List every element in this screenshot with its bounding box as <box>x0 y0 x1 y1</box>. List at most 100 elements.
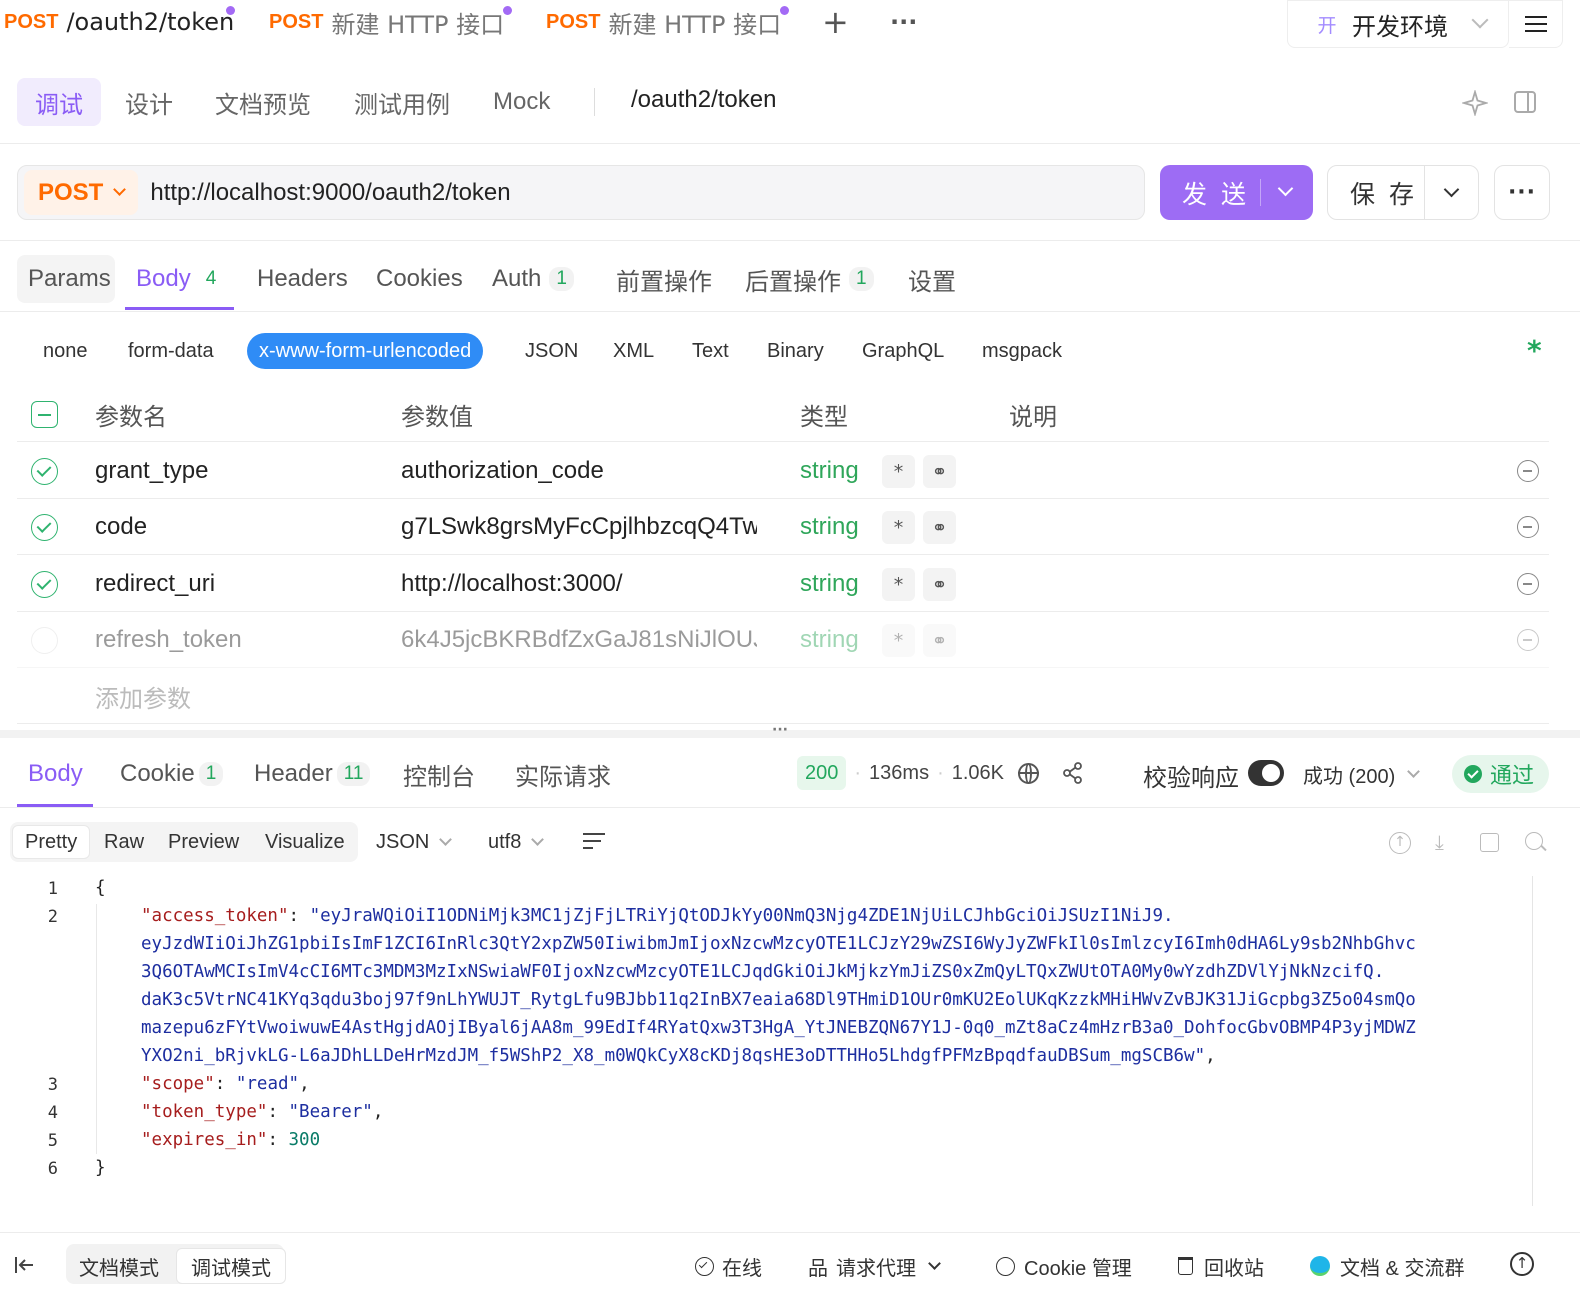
upload-icon[interactable]: ↑ <box>1389 832 1411 854</box>
panel-toggle-icon[interactable] <box>1514 91 1536 113</box>
remove-row-icon[interactable] <box>1517 516 1539 538</box>
link-icon[interactable]: ⚭ <box>923 624 956 657</box>
search-icon[interactable] <box>1525 832 1547 852</box>
share-icon[interactable] <box>1062 762 1084 784</box>
environment-selector[interactable]: 开 开发环境 <box>1287 0 1509 48</box>
collapse-sidebar-icon[interactable] <box>13 1254 35 1276</box>
view-pretty[interactable]: Pretty <box>12 825 91 859</box>
subnav-mock[interactable]: Mock <box>475 78 568 126</box>
online-status[interactable]: 在线 <box>695 1248 762 1284</box>
tab-auth[interactable]: Auth 1 <box>492 255 574 303</box>
doc-mode-button[interactable]: 文档模式 <box>79 1248 159 1284</box>
resp-tab-header[interactable]: Header 11 <box>254 752 371 796</box>
more-tabs-icon[interactable]: ··· <box>890 4 917 40</box>
tab-oauth2-token[interactable]: POST /oauth2/token <box>4 0 234 44</box>
download-icon[interactable]: ⤓ <box>1435 830 1444 854</box>
cookie-manager-button[interactable]: Cookie 管理 <box>996 1248 1132 1284</box>
required-icon[interactable]: * <box>882 511 915 544</box>
globe-icon[interactable] <box>1018 763 1039 784</box>
body-type-xml[interactable]: XML <box>613 333 654 369</box>
wrap-lines-icon[interactable] <box>583 833 605 851</box>
param-name[interactable]: refresh_token <box>95 612 242 668</box>
view-visualize[interactable]: Visualize <box>265 825 345 859</box>
param-name[interactable]: grant_type <box>95 443 208 499</box>
community-button[interactable]: 文档 & 交流群 <box>1310 1248 1464 1284</box>
bulk-edit-icon[interactable]: * <box>1527 334 1542 367</box>
chevron-down-icon[interactable] <box>1277 180 1294 197</box>
validate-toggle[interactable] <box>1248 760 1284 786</box>
subnav-design[interactable]: 设计 <box>107 78 191 126</box>
resp-tab-actual-request[interactable]: 实际请求 <box>515 752 611 796</box>
remove-row-icon[interactable] <box>1517 573 1539 595</box>
tab-cookies[interactable]: Cookies <box>376 255 463 303</box>
row-checkbox[interactable] <box>31 627 58 654</box>
subnav-test-cases[interactable]: 测试用例 <box>336 78 468 126</box>
view-preview[interactable]: Preview <box>168 825 239 859</box>
param-name[interactable]: code <box>95 499 147 555</box>
row-checkbox[interactable] <box>31 514 58 541</box>
method-select[interactable]: POST <box>24 170 139 215</box>
split-resize-handle[interactable] <box>0 730 1580 738</box>
request-proxy-button[interactable]: 品 请求代理 <box>808 1248 941 1284</box>
tab-params[interactable]: Params <box>28 255 111 303</box>
recycle-bin-button[interactable]: 回收站 <box>1178 1248 1264 1284</box>
param-type[interactable]: string <box>800 499 859 555</box>
main-menu-button[interactable] <box>1509 0 1563 48</box>
subnav-debug[interactable]: 调试 <box>17 78 101 126</box>
body-type-text[interactable]: Text <box>692 333 729 369</box>
add-param-input[interactable]: 添加参数 <box>95 668 191 724</box>
tab-settings[interactable]: 设置 <box>908 255 956 303</box>
resp-tab-cookie[interactable]: Cookie 1 <box>120 752 224 796</box>
tab-body[interactable]: Body 4 <box>136 255 223 303</box>
tab-post-ops[interactable]: 后置操作 1 <box>745 255 874 303</box>
format-select[interactable]: JSON <box>376 825 453 859</box>
link-icon[interactable]: ⚭ <box>923 455 956 488</box>
chevron-down-icon[interactable] <box>1443 181 1460 198</box>
remove-row-icon[interactable] <box>1517 460 1539 482</box>
body-type-json[interactable]: JSON <box>525 333 578 369</box>
encoding-select[interactable]: utf8 <box>488 825 545 859</box>
param-value[interactable]: authorization_code <box>401 443 773 499</box>
more-actions-button[interactable]: ··· <box>1494 165 1550 220</box>
param-value[interactable]: http://localhost:3000/ <box>401 556 773 612</box>
add-tab-icon[interactable]: + <box>822 2 849 42</box>
row-checkbox[interactable] <box>31 571 58 598</box>
subnav-doc-preview[interactable]: 文档预览 <box>197 78 329 126</box>
tab-new-http-2[interactable]: POST 新建 HTTP 接口 <box>546 0 781 44</box>
save-button[interactable]: 保 存 <box>1327 165 1479 220</box>
row-checkbox[interactable] <box>31 458 58 485</box>
debug-mode-button[interactable]: 调试模式 <box>176 1248 286 1284</box>
param-value[interactable]: 6k4J5jcBKRBdfZxGaJ81sNiJlOUJfz <box>401 612 757 668</box>
select-all-checkbox[interactable] <box>31 401 58 428</box>
link-icon[interactable]: ⚭ <box>923 511 956 544</box>
validate-result-select[interactable]: 成功 (200) <box>1303 760 1421 789</box>
url-input[interactable]: http://localhost:9000/oauth2/token <box>150 179 510 207</box>
param-type[interactable]: string <box>800 556 859 612</box>
required-icon[interactable]: * <box>882 455 915 488</box>
body-type-form-data[interactable]: form-data <box>128 333 214 369</box>
upload-circle-icon[interactable]: ↑ <box>1510 1252 1534 1276</box>
link-icon[interactable]: ⚭ <box>923 568 956 601</box>
tab-new-http-1[interactable]: POST 新建 HTTP 接口 <box>269 0 504 44</box>
sparkle-icon[interactable] <box>1460 88 1490 118</box>
param-type[interactable]: string <box>800 612 859 668</box>
body-type-graphql[interactable]: GraphQL <box>862 333 944 369</box>
view-raw[interactable]: Raw <box>104 825 144 859</box>
resp-tab-body[interactable]: Body <box>28 752 83 796</box>
param-value[interactable]: g7LSwk8grsMyFcCpjlhbzcqQ4Twx <box>401 499 757 555</box>
tab-headers[interactable]: Headers <box>257 255 348 303</box>
remove-row-icon[interactable] <box>1517 629 1539 651</box>
body-type-none[interactable]: none <box>43 333 88 369</box>
copy-icon[interactable] <box>1480 833 1499 852</box>
required-icon[interactable]: * <box>882 568 915 601</box>
param-type[interactable]: string <box>800 443 859 499</box>
body-type-urlencoded[interactable]: x-www-form-urlencoded <box>247 333 484 369</box>
send-button[interactable]: 发 送 <box>1160 165 1313 220</box>
required-icon[interactable]: * <box>882 624 915 657</box>
param-name[interactable]: redirect_uri <box>95 556 215 612</box>
code-scrollbar[interactable] <box>1532 876 1533 1206</box>
resp-tab-console[interactable]: 控制台 <box>403 752 475 796</box>
body-type-msgpack[interactable]: msgpack <box>982 333 1062 369</box>
body-type-binary[interactable]: Binary <box>767 333 824 369</box>
tab-pre-ops[interactable]: 前置操作 <box>616 255 712 303</box>
